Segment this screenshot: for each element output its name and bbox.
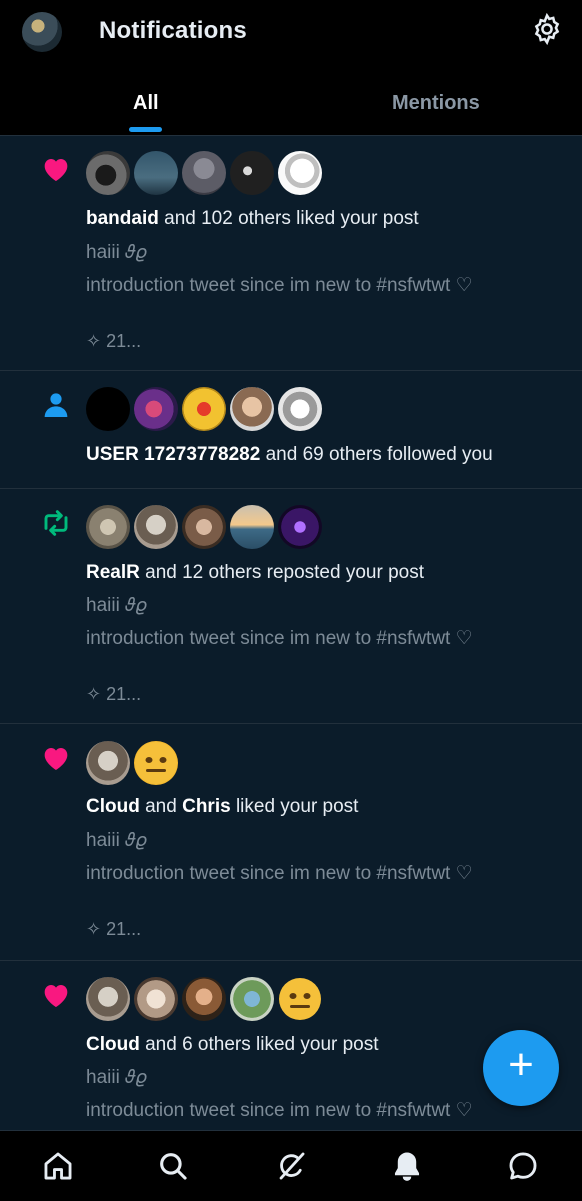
post-preview-line: introduction tweet since im new to #nsfw… bbox=[86, 628, 473, 649]
messages-icon[interactable] bbox=[506, 1149, 540, 1183]
notification-text: bandaid and 102 others liked your post bbox=[86, 208, 419, 229]
actor-avatars bbox=[86, 977, 322, 1021]
actor-name[interactable]: Cloud bbox=[86, 1034, 140, 1055]
search-icon[interactable] bbox=[156, 1149, 190, 1183]
post-stat: ✧ 21... bbox=[86, 331, 142, 351]
avatar[interactable] bbox=[182, 977, 226, 1021]
post-preview-line: introduction tweet since im new to #nsfw… bbox=[86, 863, 473, 884]
avatar[interactable] bbox=[230, 387, 274, 431]
notification-item[interactable]: RealR and 12 others reposted your post h… bbox=[0, 489, 582, 724]
avatar[interactable] bbox=[278, 387, 322, 431]
notifications-bell-icon[interactable] bbox=[390, 1149, 424, 1183]
notification-item[interactable]: bandaid and 102 others liked your post h… bbox=[0, 136, 582, 371]
actor-avatars bbox=[86, 151, 322, 195]
avatar[interactable] bbox=[134, 741, 178, 785]
page-title: Notifications bbox=[99, 17, 247, 44]
neutral-emoji-icon bbox=[135, 742, 177, 784]
plus-icon: + bbox=[508, 1040, 534, 1089]
heart-icon bbox=[44, 748, 68, 770]
avatar[interactable] bbox=[86, 387, 130, 431]
post-preview-line: haiii 𝜗𝜚 bbox=[86, 242, 147, 263]
actor-avatars bbox=[86, 387, 322, 431]
tab-all[interactable]: All bbox=[133, 92, 159, 115]
post-preview-line: introduction tweet since im new to #nsfw… bbox=[86, 1100, 473, 1121]
profile-avatar[interactable] bbox=[22, 12, 62, 52]
actor-avatars bbox=[86, 505, 322, 549]
avatar[interactable] bbox=[134, 977, 178, 1021]
grok-icon[interactable] bbox=[274, 1149, 308, 1183]
actor-name[interactable]: Cloud bbox=[86, 796, 140, 817]
avatar[interactable] bbox=[86, 741, 130, 785]
post-preview-line: haiii 𝜗𝜚 bbox=[86, 830, 147, 851]
bottom-nav bbox=[0, 1130, 582, 1201]
notification-text: Cloud and 6 others liked your post bbox=[86, 1034, 379, 1055]
avatar[interactable] bbox=[86, 151, 130, 195]
avatar[interactable] bbox=[278, 505, 322, 549]
post-preview-line: haiii 𝜗𝜚 bbox=[86, 595, 147, 616]
avatar[interactable] bbox=[230, 505, 274, 549]
actor-avatars bbox=[86, 741, 178, 785]
compose-button[interactable]: + bbox=[483, 1030, 559, 1106]
home-icon[interactable] bbox=[41, 1149, 75, 1183]
neutral-emoji-icon bbox=[279, 978, 321, 1020]
avatar[interactable] bbox=[86, 505, 130, 549]
repost-icon bbox=[44, 510, 68, 536]
notification-text: RealR and 12 others reposted your post bbox=[86, 562, 424, 583]
post-preview-line: haiii 𝜗𝜚 bbox=[86, 1067, 147, 1088]
notification-item[interactable]: USER 17273778282 and 69 others followed … bbox=[0, 371, 582, 489]
avatar[interactable] bbox=[134, 151, 178, 195]
settings-gear-icon[interactable] bbox=[530, 12, 564, 46]
avatar[interactable] bbox=[182, 505, 226, 549]
post-preview-line: introduction tweet since im new to #nsfw… bbox=[86, 275, 473, 296]
avatar[interactable] bbox=[278, 977, 322, 1021]
actor-name[interactable]: Chris bbox=[182, 796, 231, 817]
avatar[interactable] bbox=[182, 151, 226, 195]
avatar[interactable] bbox=[134, 505, 178, 549]
avatar[interactable] bbox=[230, 977, 274, 1021]
heart-icon bbox=[44, 985, 68, 1007]
post-stat: ✧ 21... bbox=[86, 919, 142, 939]
avatar[interactable] bbox=[278, 151, 322, 195]
avatar[interactable] bbox=[134, 387, 178, 431]
actor-name[interactable]: RealR bbox=[86, 562, 140, 583]
tab-mentions[interactable]: Mentions bbox=[392, 92, 480, 115]
notification-text: USER 17273778282 and 69 others followed … bbox=[86, 444, 493, 465]
heart-icon bbox=[44, 159, 68, 181]
avatar[interactable] bbox=[86, 977, 130, 1021]
active-tab-indicator bbox=[129, 127, 162, 132]
notification-text: Cloud and Chris liked your post bbox=[86, 796, 359, 817]
actor-name[interactable]: bandaid bbox=[86, 208, 159, 229]
top-bar: Notifications All Mentions bbox=[0, 0, 582, 136]
post-stat: ✧ 21... bbox=[86, 684, 142, 704]
avatar[interactable] bbox=[230, 151, 274, 195]
notification-item[interactable]: Cloud and Chris liked your post haiii 𝜗𝜚… bbox=[0, 724, 582, 961]
person-icon bbox=[44, 393, 68, 417]
avatar[interactable] bbox=[182, 387, 226, 431]
actor-name[interactable]: USER 17273778282 bbox=[86, 444, 260, 465]
